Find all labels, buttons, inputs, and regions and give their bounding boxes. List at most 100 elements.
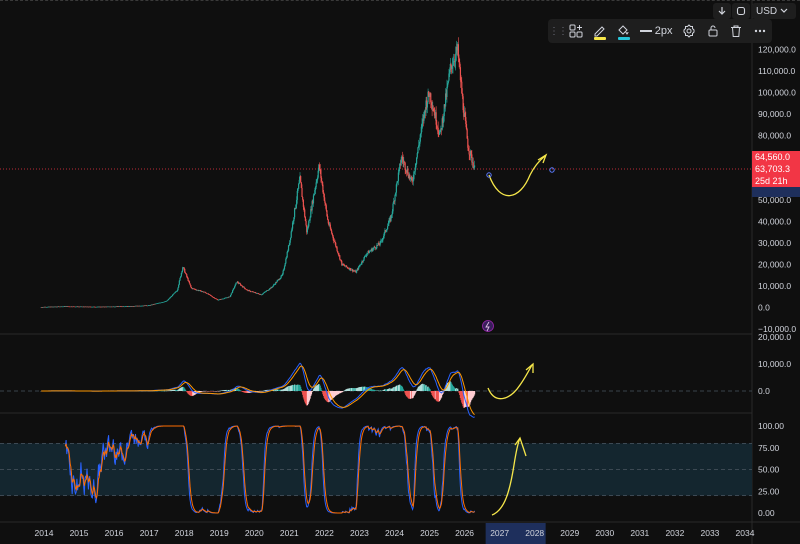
fill-color-button[interactable] (612, 19, 636, 43)
y-tick-label: 90,000.0 (758, 109, 791, 119)
macd-histogram-bar (403, 390, 405, 391)
x-tick-label: 2031 (630, 528, 649, 538)
candle-body (392, 203, 394, 212)
candle-body (468, 150, 470, 155)
candle-body (300, 176, 302, 183)
drawing-macd-curve (487, 364, 533, 400)
candle-body (178, 280, 180, 285)
candle-body (320, 177, 323, 182)
y-tick-label: 20,000.0 (758, 260, 791, 270)
lock-button[interactable] (701, 19, 725, 43)
currency-select[interactable]: USD (752, 3, 796, 19)
x-tick-label: 2018 (175, 528, 194, 538)
candle-body (473, 165, 476, 168)
candle-body (297, 188, 299, 192)
x-tick-label: 2028 (525, 528, 544, 538)
template-icon (569, 24, 583, 38)
candle-body (177, 287, 179, 291)
candle-body (243, 286, 245, 288)
macd-histogram-bar (429, 389, 431, 391)
down-arrow-button[interactable] (713, 3, 731, 19)
candle-body (336, 247, 338, 252)
candle-body (294, 208, 296, 218)
chart-canvas[interactable]: 120,000.0 110,000.0 100,000.0 90,000.0 80,00… (0, 0, 800, 544)
currency-label: USD (756, 5, 778, 17)
candle-body (339, 255, 341, 260)
x-tick-label: 2021 (280, 528, 299, 538)
y-tick-label: 10,000.0 (758, 359, 791, 369)
candle-body (188, 281, 191, 284)
candle-body (305, 221, 307, 226)
lock-icon (708, 25, 718, 37)
template-button[interactable] (564, 19, 588, 43)
candle-body (446, 86, 448, 97)
x-tick-label: 2029 (560, 528, 579, 538)
candle-body (169, 297, 172, 298)
candle-body (308, 221, 310, 227)
candle-body (283, 266, 286, 270)
candle-body (298, 183, 300, 189)
fill-bucket-icon (618, 25, 629, 35)
candle-body (325, 205, 327, 211)
y-tick-label: 20,000.0 (758, 332, 791, 342)
y-tick-label: 10,000.0 (758, 281, 791, 291)
macd-histogram-bar (320, 389, 323, 391)
x-tick-label: 2023 (350, 528, 369, 538)
candle-body (304, 209, 306, 217)
y-tick-label: 80,000.0 (758, 131, 791, 141)
settings-gear-icon (683, 24, 695, 38)
settings-button[interactable] (677, 19, 701, 43)
candle-body (405, 169, 407, 172)
x-tick-label: 2030 (595, 528, 614, 538)
macd-histogram (40, 381, 476, 408)
candle-body (282, 270, 284, 274)
candle-body (387, 226, 389, 230)
drag-grip-icon[interactable]: ⋮⋮ (549, 19, 568, 43)
x-tick-label: 2015 (70, 528, 89, 538)
candle-body (173, 293, 175, 295)
macd-line (41, 362, 475, 418)
x-tick-label: 2026 (455, 528, 474, 538)
x-tick-label: 2019 (210, 528, 229, 538)
x-tick-label: 2032 (665, 528, 684, 538)
drawing-endpoint-handle (549, 167, 555, 173)
x-tick-label: 2017 (140, 528, 159, 538)
refresh-button[interactable] (732, 3, 750, 19)
countdown-label: 25d 21h (752, 175, 800, 187)
down-arrow-icon (718, 7, 726, 15)
y-tick-label: 0.00 (758, 508, 775, 518)
candle-body (301, 188, 303, 198)
y-tick-label: 110,000.0 (758, 66, 795, 76)
macd-histogram-bar (300, 389, 302, 391)
y-tick-label: 25.00 (758, 486, 780, 496)
pencil-icon (594, 26, 605, 37)
candle-body (298, 179, 300, 184)
y-tick-label: 100.00 (758, 421, 784, 431)
macd-histogram-bar (415, 391, 417, 393)
y-tick-label: 75.00 (758, 443, 780, 453)
y-tick-label: 120,000.0 (758, 45, 796, 55)
candle-body (312, 195, 315, 204)
last-price-label: 63,703.3 (752, 163, 800, 175)
x-tick-label: 2034 (736, 528, 755, 538)
more-dots-icon (754, 29, 766, 33)
more-button[interactable] (748, 19, 772, 43)
x-tick-label: 2033 (700, 528, 719, 538)
x-tick-label: 2024 (385, 528, 404, 538)
pencil-color-swatch (593, 37, 606, 40)
y-tick-label: 50.00 (758, 465, 780, 475)
y-tick-label: 30,000.0 (758, 238, 791, 248)
candle-body (286, 252, 288, 258)
macd-histogram-bar (473, 391, 476, 395)
candle-body (213, 297, 215, 299)
pencil-color-button[interactable] (588, 19, 612, 43)
line-width-button[interactable]: 2px (635, 19, 677, 43)
chevron-down-icon (780, 8, 788, 13)
line-width-icon (639, 30, 652, 32)
delete-button[interactable] (724, 19, 748, 43)
candle-body (337, 251, 339, 253)
candle-body (179, 277, 181, 281)
x-tick-label: 2022 (315, 528, 334, 538)
candle-body (171, 295, 173, 297)
x-tick-label: 2027 (490, 528, 509, 538)
